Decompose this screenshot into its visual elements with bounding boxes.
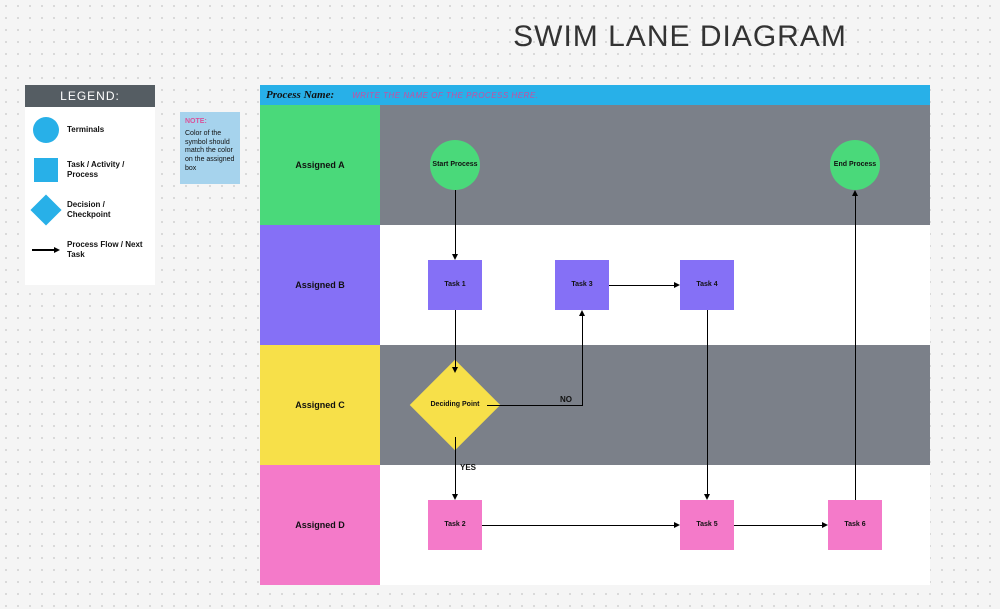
square-icon — [34, 158, 58, 182]
edge-task5-task6 — [734, 525, 822, 526]
node-task2: Task 2 — [428, 500, 482, 550]
legend-label: Task / Activity / Process — [67, 160, 149, 180]
edge-decide-no-h — [487, 405, 582, 406]
legend-header: LEGEND: — [25, 85, 155, 107]
legend-label: Decision / Checkpoint — [67, 200, 149, 220]
edge-task2-task5 — [482, 525, 674, 526]
lane-body-a: Start Process End Process — [380, 105, 930, 225]
node-task5: Task 5 — [680, 500, 734, 550]
lane-a: Assigned A Start Process End Process — [260, 105, 930, 225]
swimlane-diagram: Process Name: WRITE THE NAME OF THE PROC… — [260, 85, 930, 585]
edge-task3-task4 — [609, 285, 674, 286]
legend-row-task: Task / Activity / Process — [31, 155, 149, 185]
edge-label-yes: YES — [460, 463, 476, 472]
edge-no-up — [582, 316, 583, 406]
legend: LEGEND: Terminals Task / Activity / Proc… — [25, 85, 155, 285]
lane-b: Assigned B Task 1 Task 3 Task 4 — [260, 225, 930, 345]
edge-task4-task5 — [707, 310, 708, 494]
arrowhead-icon — [452, 254, 458, 260]
arrowhead-icon — [674, 522, 680, 528]
note-text: Color of the symbol should match the col… — [185, 130, 235, 174]
legend-row-decision: Decision / Checkpoint — [31, 195, 149, 225]
arrowhead-icon — [579, 310, 585, 316]
node-decide: Deciding Point — [423, 373, 487, 437]
node-end: End Process — [830, 140, 880, 190]
edge-start-task1 — [455, 190, 456, 254]
edge-label-no: NO — [560, 395, 572, 404]
note-box: NOTE: Color of the symbol should match t… — [180, 112, 240, 184]
arrowhead-icon — [852, 190, 858, 196]
arrowhead-icon — [452, 367, 458, 373]
arrowhead-icon — [822, 522, 828, 528]
lane-label-b: Assigned B — [260, 225, 380, 345]
lane-c: Assigned C Deciding Point — [260, 345, 930, 465]
legend-row-terminals: Terminals — [31, 115, 149, 145]
legend-row-flow: Process Flow / Next Task — [31, 235, 149, 265]
lane-label-d: Assigned D — [260, 465, 380, 585]
note-header: NOTE: — [185, 118, 235, 127]
node-task6: Task 6 — [828, 500, 882, 550]
arrowhead-icon — [704, 494, 710, 500]
page-title: SWIM LANE DIAGRAM — [430, 20, 930, 54]
process-name-hint: WRITE THE NAME OF THE PROCESS HERE. — [352, 91, 538, 100]
node-task4: Task 4 — [680, 260, 734, 310]
node-start: Start Process — [430, 140, 480, 190]
arrowhead-icon — [452, 494, 458, 500]
edge-task6-end — [855, 196, 856, 500]
process-name-bar: Process Name: WRITE THE NAME OF THE PROC… — [260, 85, 930, 105]
edge-decide-yes — [455, 437, 456, 494]
diamond-icon — [30, 194, 61, 225]
arrowhead-icon — [674, 282, 680, 288]
lane-label-c: Assigned C — [260, 345, 380, 465]
process-name-label: Process Name: — [266, 89, 334, 101]
lane-label-a: Assigned A — [260, 105, 380, 225]
edge-task1-decide — [455, 310, 456, 367]
node-task3: Task 3 — [555, 260, 609, 310]
arrow-icon — [31, 235, 61, 265]
node-task1: Task 1 — [428, 260, 482, 310]
legend-label: Process Flow / Next Task — [67, 240, 149, 260]
circle-icon — [33, 117, 59, 143]
legend-label: Terminals — [67, 125, 104, 135]
lane-body-c: Deciding Point — [380, 345, 930, 465]
